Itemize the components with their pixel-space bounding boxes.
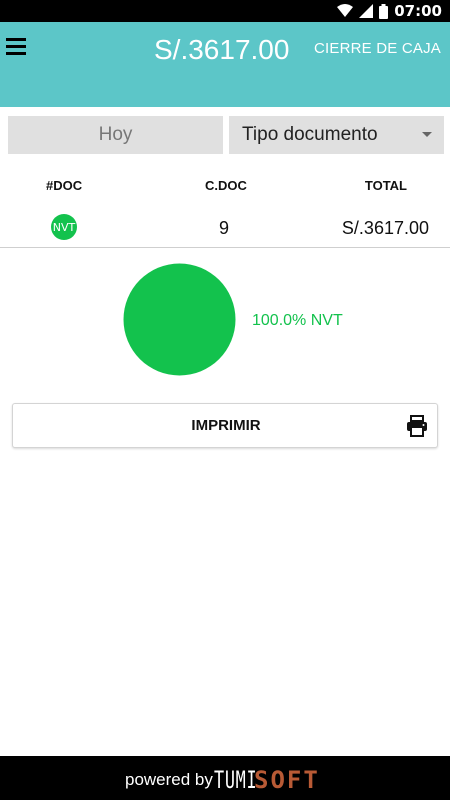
table-header: #DOC C.DOC TOTAL — [0, 178, 450, 194]
chevron-down-icon — [422, 132, 432, 137]
divider — [0, 247, 450, 248]
app-bar: S/.3617.00 CIERRE DE CAJA — [0, 22, 450, 107]
pie-chart — [123, 263, 236, 376]
status-icons: 07:00 — [337, 2, 442, 20]
row-doc-count: 9 — [219, 218, 230, 238]
battery-icon — [379, 3, 389, 19]
brand-logo-tumi: TUMI — [214, 766, 258, 794]
doc-type-select[interactable]: Tipo documento — [229, 116, 444, 154]
print-button-label: IMPRIMIR — [191, 417, 261, 434]
brand-logo-soft: SOFT — [254, 766, 320, 794]
hamburger-menu-icon[interactable] — [6, 38, 28, 56]
pie-legend: 100.0% NVT — [252, 312, 343, 329]
date-filter-button[interactable]: Hoy — [8, 116, 223, 154]
doc-type-badge: NVT — [51, 214, 77, 240]
pie-chart-svg — [123, 263, 236, 376]
printer-icon — [407, 415, 427, 437]
wifi-icon — [337, 4, 354, 17]
header-total-amount: S/.3617.00 — [154, 34, 290, 65]
status-time: 07:00 — [394, 2, 442, 20]
print-button[interactable]: IMPRIMIR — [12, 403, 438, 448]
column-header-doc: #DOC — [46, 178, 83, 193]
column-header-total: TOTAL — [364, 178, 407, 193]
column-header-cdoc: C.DOC — [205, 178, 247, 193]
doc-type-select-label: Tipo documento — [242, 124, 378, 145]
status-bar: 07:00 — [0, 0, 450, 22]
footer: powered by TUMI SOFT — [0, 756, 450, 800]
table-row[interactable]: NVT 9 S/.3617.00 — [0, 210, 450, 246]
pie-slice-nvt — [123, 263, 236, 376]
row-total: S/.3617.00 — [341, 218, 429, 238]
filter-row: Hoy Tipo documento — [8, 116, 444, 154]
cierre-de-caja-button[interactable]: CIERRE DE CAJA — [314, 40, 441, 57]
signal-icon — [359, 4, 374, 18]
powered-by-text: powered by — [125, 770, 213, 789]
